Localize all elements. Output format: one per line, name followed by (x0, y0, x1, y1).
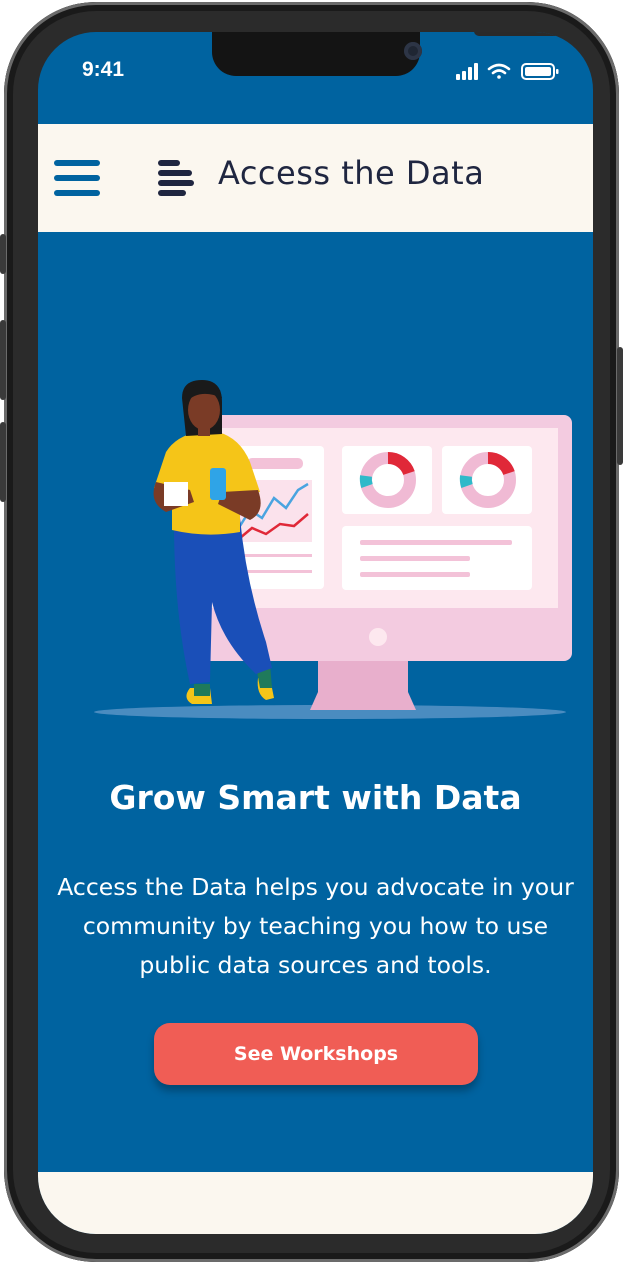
speaker (474, 32, 570, 36)
front-camera (404, 42, 422, 60)
hero-illustration (94, 380, 572, 719)
see-workshops-button[interactable]: See Workshops (154, 1023, 478, 1085)
mute-switch (0, 234, 6, 274)
menu-icon[interactable] (54, 160, 102, 198)
status-icons (456, 63, 559, 80)
footer-strip (38, 1172, 593, 1234)
brand-name[interactable]: Access the Data (218, 154, 484, 192)
battery-icon (521, 63, 559, 80)
logo-icon[interactable] (158, 160, 194, 200)
notch (212, 32, 570, 76)
hero-description: Access the Data helps you advocate in yo… (57, 873, 574, 979)
hero-title: Grow Smart with Data (109, 778, 522, 817)
screen: 9:41 Access the Data Grow Smart with Dat… (38, 32, 593, 1234)
site-header: Access the Data (38, 124, 593, 232)
signal-icon (456, 63, 478, 80)
phone-frame: 9:41 Access the Data Grow Smart with Dat… (0, 2, 623, 1262)
volume-down-button (0, 422, 6, 502)
wifi-icon (487, 63, 511, 79)
volume-up-button (0, 320, 6, 400)
status-time: 9:41 (82, 58, 125, 81)
power-button (617, 347, 623, 465)
